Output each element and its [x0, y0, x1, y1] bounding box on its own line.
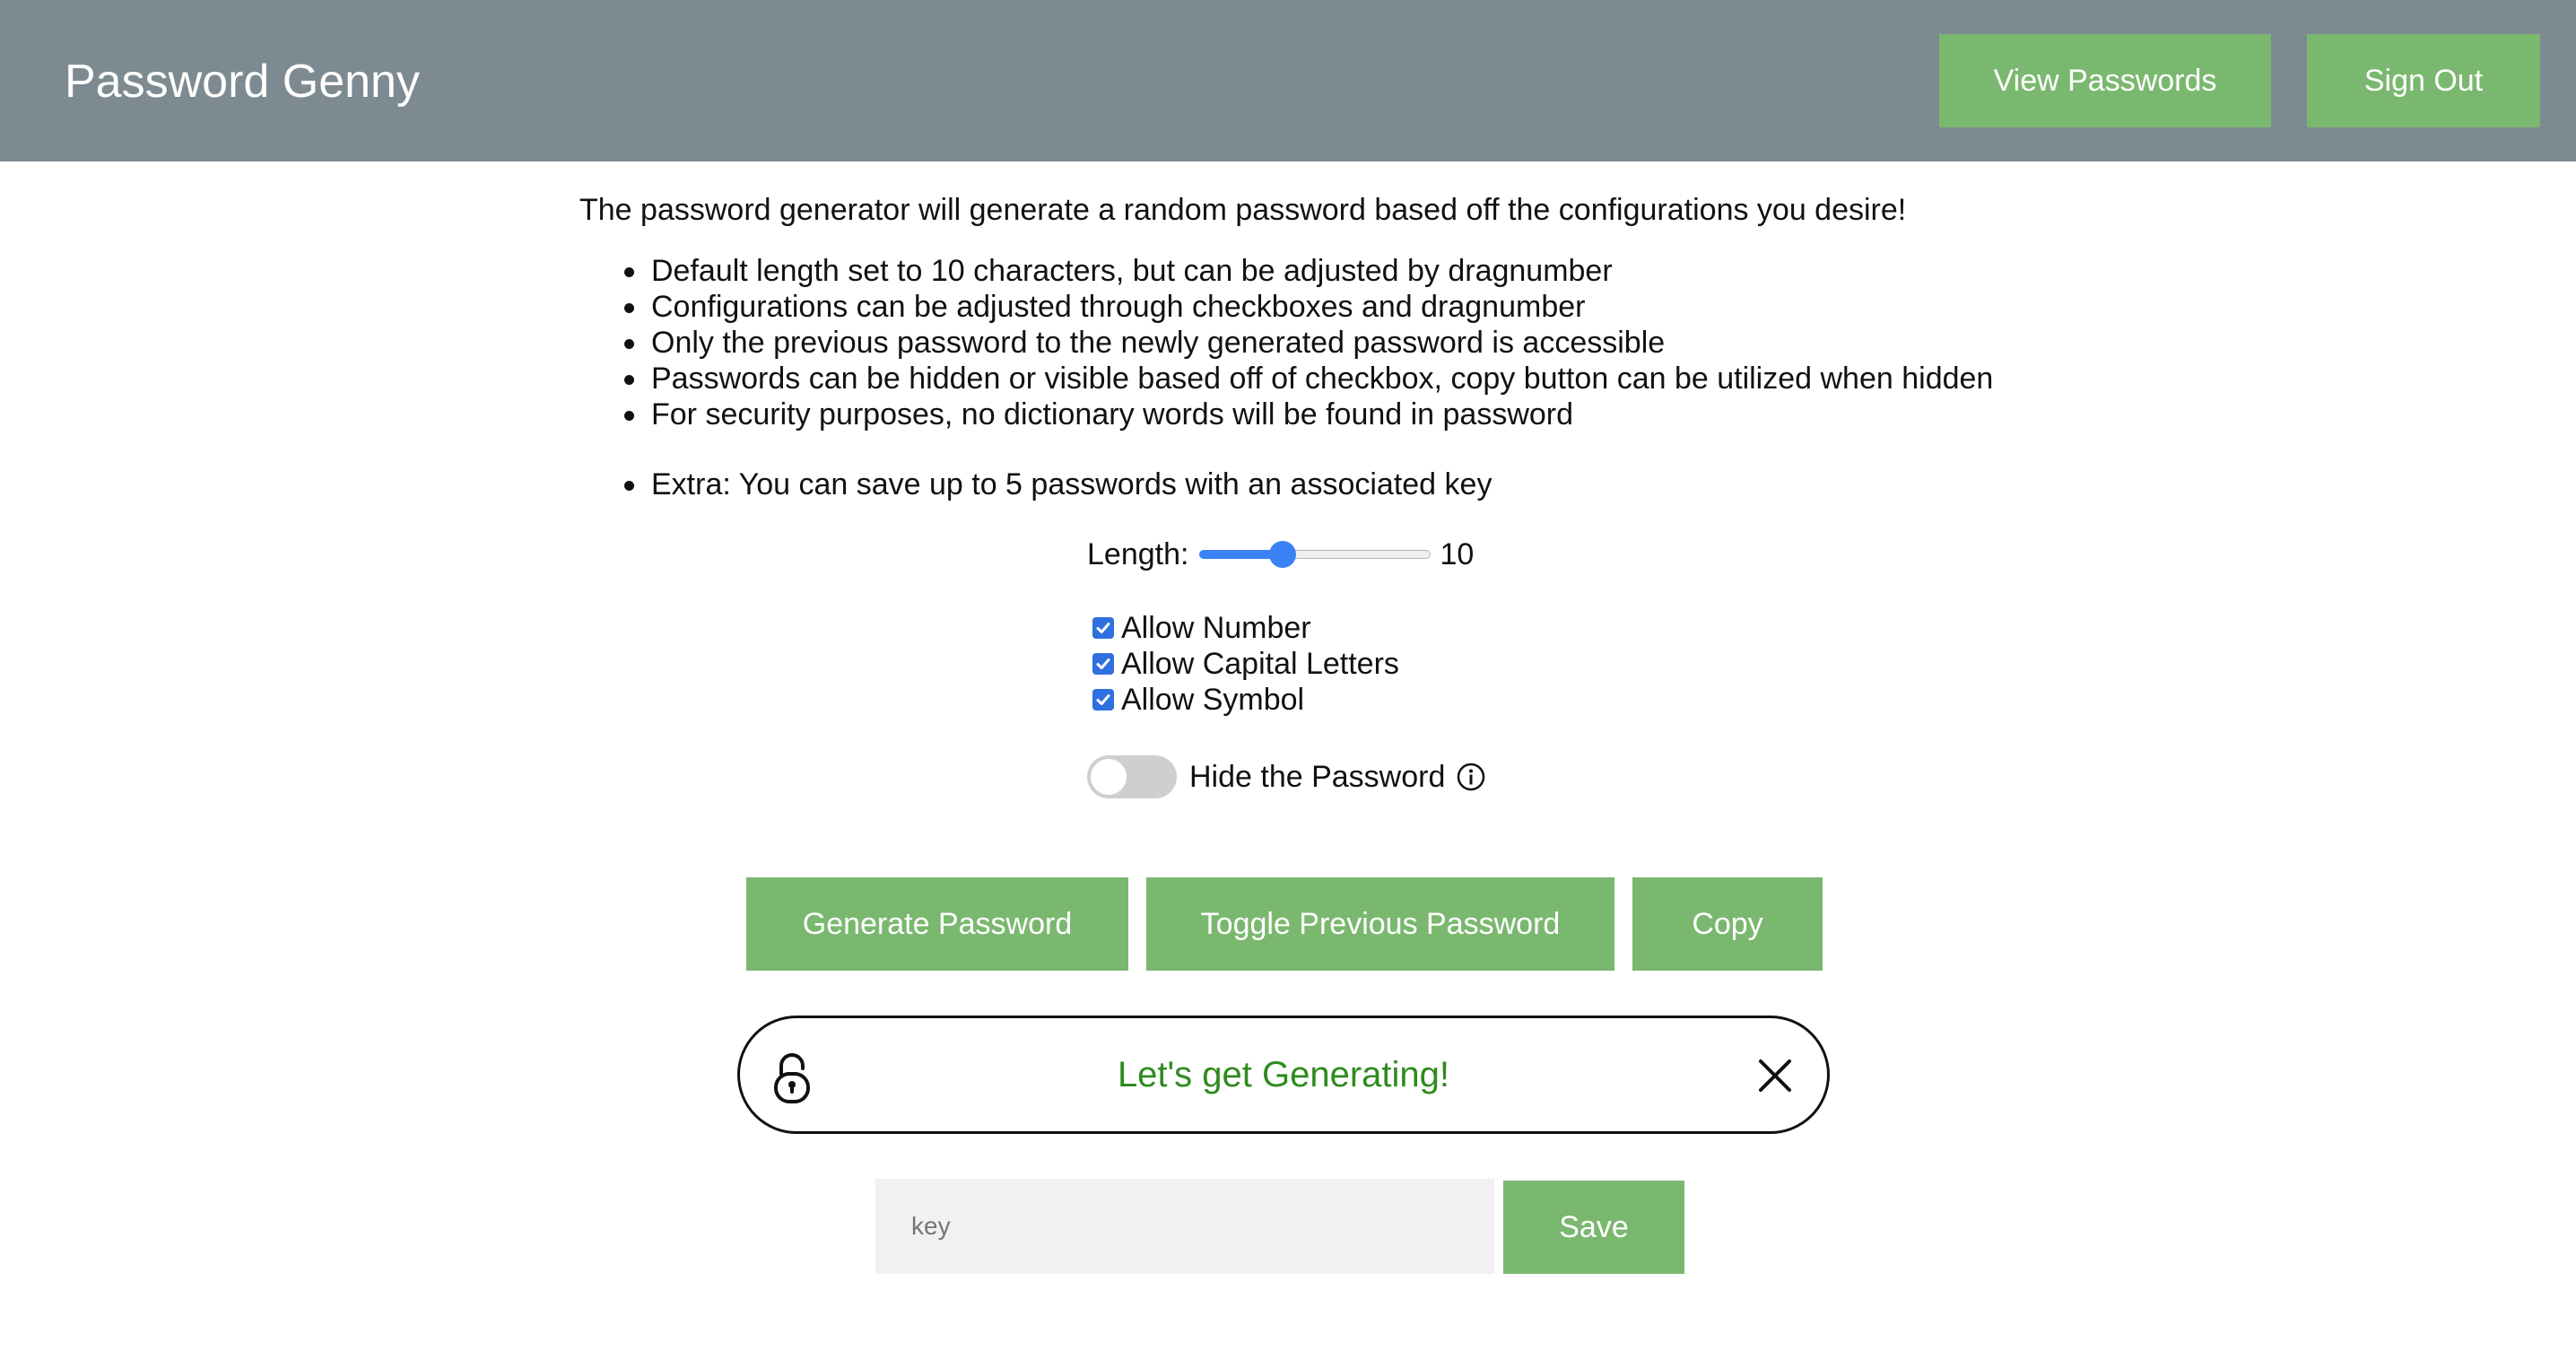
list-item: Configurations can be adjusted through c… — [579, 289, 1993, 325]
close-icon[interactable] — [1755, 1056, 1795, 1095]
slider-thumb[interactable] — [1269, 541, 1297, 568]
option-label: Allow Capital Letters — [1121, 646, 1399, 681]
sign-out-button[interactable]: Sign Out — [2307, 34, 2540, 127]
copy-button[interactable]: Copy — [1632, 877, 1823, 971]
checkbox-allow-number[interactable] — [1092, 617, 1114, 639]
list-item: Only the previous password to the newly … — [579, 325, 1993, 361]
list-item: For security purposes, no dictionary wor… — [579, 397, 1993, 432]
list-item-extra: Extra: You can save up to 5 passwords wi… — [579, 466, 1993, 502]
hide-password-toggle[interactable] — [1087, 755, 1177, 798]
checkmark-icon — [1096, 694, 1110, 705]
option-label: Allow Number — [1121, 610, 1311, 645]
checkbox-allow-capital-letters[interactable] — [1092, 653, 1114, 675]
list-item: Default length set to 10 characters, but… — [579, 253, 1993, 289]
feature-list: Default length set to 10 characters, but… — [579, 253, 1993, 502]
length-value: 10 — [1440, 536, 1475, 571]
key-input[interactable] — [875, 1179, 1494, 1274]
top-navbar: Password Genny View Passwords Sign Out — [0, 0, 2576, 161]
checkmark-icon — [1096, 623, 1110, 633]
info-icon[interactable] — [1456, 762, 1486, 792]
option-allow-number[interactable]: Allow Number — [1092, 610, 1399, 646]
checkmark-icon — [1096, 658, 1110, 669]
options-group: Allow Number Allow Capital Letters Allow… — [1092, 610, 1399, 718]
password-output: Let's get Generating! — [737, 1016, 1830, 1134]
option-label: Allow Symbol — [1121, 682, 1305, 717]
checkbox-allow-symbol[interactable] — [1092, 689, 1114, 711]
toggle-knob — [1091, 759, 1127, 795]
app-title: Password Genny — [65, 56, 420, 108]
option-allow-capital-letters[interactable]: Allow Capital Letters — [1092, 646, 1399, 682]
list-item: Passwords can be hidden or visible based… — [579, 361, 1993, 397]
length-slider[interactable] — [1199, 541, 1432, 568]
view-passwords-button[interactable]: View Passwords — [1939, 34, 2271, 127]
hide-password-control: Hide the Password — [1087, 754, 1486, 800]
hide-password-label: Hide the Password — [1189, 759, 1446, 794]
length-label: Length: — [1087, 536, 1189, 571]
option-allow-symbol[interactable]: Allow Symbol — [1092, 682, 1399, 718]
intro-text: The password generator will generate a r… — [579, 193, 1907, 227]
toggle-previous-password-button[interactable]: Toggle Previous Password — [1146, 877, 1614, 971]
output-text: Let's get Generating! — [1117, 1055, 1450, 1094]
save-button[interactable]: Save — [1503, 1181, 1684, 1274]
length-control: Length: 10 — [1087, 533, 1474, 576]
generate-password-button[interactable]: Generate Password — [746, 877, 1128, 971]
